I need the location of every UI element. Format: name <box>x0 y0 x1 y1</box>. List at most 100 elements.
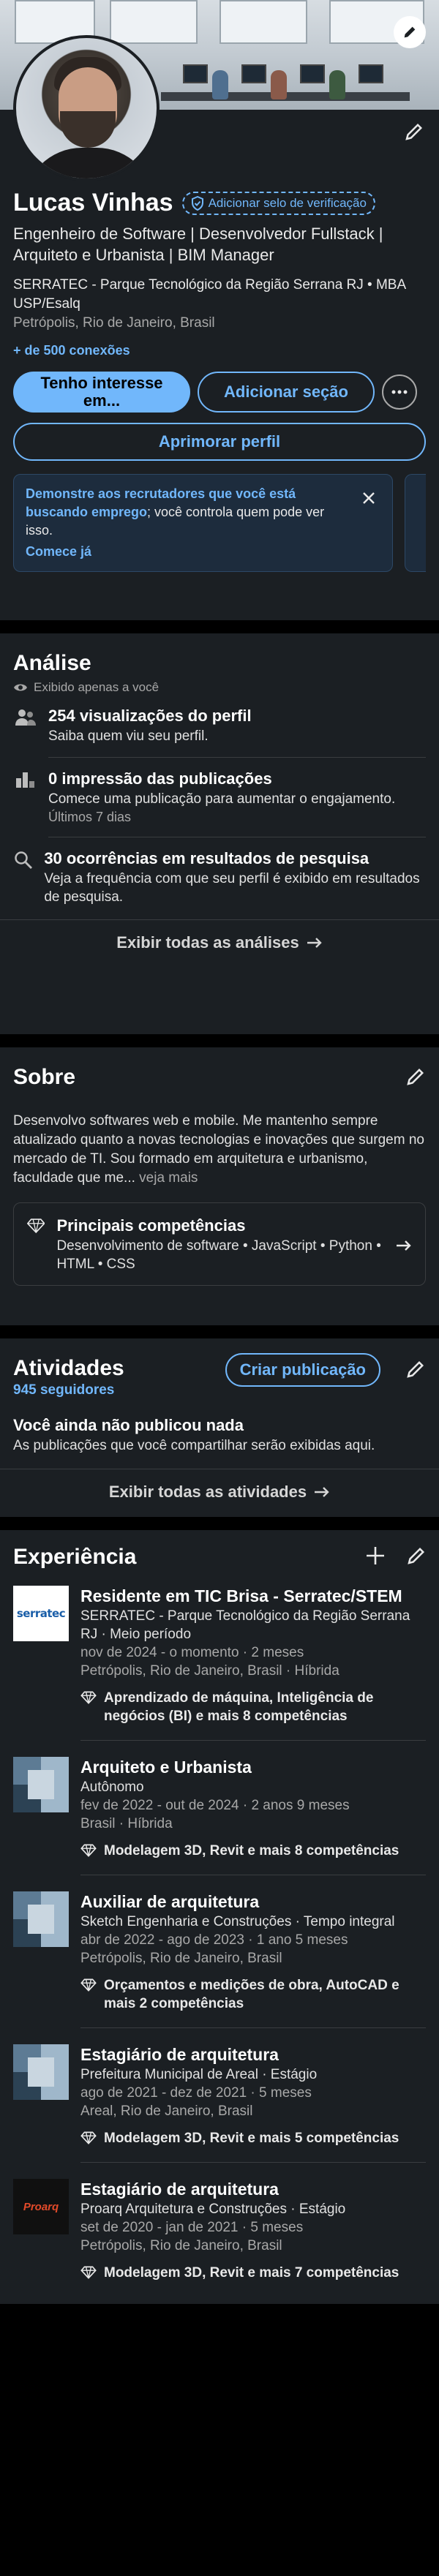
open-to-work-tip: Demonstre aos recrutadores que você está… <box>13 474 426 572</box>
avatar[interactable] <box>13 35 160 181</box>
analytics-item-search[interactable]: 30 ocorrências em resultados de pesquisa… <box>0 837 439 919</box>
analytics-item-title: 0 impressão das publicações <box>48 769 272 788</box>
profile-card: Lucas Vinhas Adicionar selo de verificaç… <box>0 0 439 620</box>
company-logo-placeholder[interactable] <box>13 1891 69 1947</box>
experience-dates: set de 2020 - jan de 2021 · 5 meses <box>80 2220 304 2235</box>
diamond-icon <box>80 2266 97 2279</box>
see-all-analytics-button[interactable]: Exibir todas as análises <box>0 919 439 965</box>
experience-details: Arquiteto e Urbanista Autônomo fev de 20… <box>80 1757 426 1875</box>
experience-edit-button[interactable] <box>404 1543 429 1568</box>
verify-badge-button[interactable]: Adicionar selo de verificação <box>181 191 375 215</box>
diamond-icon <box>80 2131 97 2144</box>
tip-start-link[interactable]: Comece já <box>26 544 380 560</box>
about-body: Desenvolvo softwares web e mobile. Me ma… <box>13 1113 424 1186</box>
about-text: Desenvolvo softwares web e mobile. Me ma… <box>0 1090 439 1188</box>
company-logo-placeholder[interactable] <box>13 2044 69 2100</box>
arrow-right-icon <box>315 1486 329 1497</box>
analytics-item-note: Últimos 7 dias <box>48 810 132 824</box>
see-all-analytics-label: Exibir todas as análises <box>116 933 299 952</box>
experience-place: Petrópolis, Rio de Janeiro, Brasil <box>80 1951 282 1966</box>
experience-title-text: Auxiliar de arquitetura <box>80 1892 260 1911</box>
create-post-button[interactable]: Criar publicação <box>225 1353 380 1387</box>
profile-name: Lucas Vinhas <box>13 189 173 216</box>
analytics-item-title: 254 visualizações do perfil <box>48 707 252 725</box>
more-icon <box>391 390 408 394</box>
experience-skills-text: Modelagem 3D, Revit e mais 7 competência… <box>104 2265 399 2281</box>
experience-company: Proarq Arquitetura e Construções · Estág… <box>80 2202 346 2217</box>
company-logo[interactable]: Proarq <box>13 2179 69 2234</box>
eye-icon <box>14 684 27 691</box>
see-all-activity-button[interactable]: Exibir todas as atividades <box>0 1469 439 1514</box>
add-experience-button[interactable] <box>363 1543 388 1568</box>
experience-skills[interactable]: Modelagem 3D, Revit e mais 8 competência… <box>80 1842 426 1860</box>
experience-item[interactable]: serratec Residente em TIC Brisa - Serrat… <box>0 1570 439 1741</box>
experience-details: Residente em TIC Brisa - Serratec/STEM S… <box>80 1586 426 1741</box>
experience-title-text: Arquiteto e Urbanista <box>80 1758 252 1777</box>
experience-item[interactable]: Proarq Estagiário de arquitetura Proarq … <box>0 2163 439 2297</box>
interest-button[interactable]: Tenho interesse em... <box>13 372 190 413</box>
analytics-item-sub: Comece uma publicação para aumentar o en… <box>48 791 396 807</box>
analytics-item-profile-views[interactable]: 254 visualizações do perfil Saiba quem v… <box>0 695 439 745</box>
experience-place: Areal, Rio de Janeiro, Brasil <box>80 2104 253 2119</box>
activity-edit-button[interactable] <box>401 1355 430 1384</box>
company-logo-placeholder[interactable] <box>13 1757 69 1812</box>
experience-skills[interactable]: Aprendizado de máquina, Inteligência de … <box>80 1689 426 1725</box>
connections-link[interactable]: + de 500 conexões <box>13 343 426 358</box>
add-section-label: Adicionar seção <box>224 383 348 401</box>
experience-details: Estagiário de arquitetura Prefeitura Mun… <box>80 2044 426 2163</box>
about-see-more-link[interactable]: veja mais <box>139 1170 198 1186</box>
top-skills-title: Principais competências <box>56 1216 246 1235</box>
experience-item[interactable]: Auxiliar de arquitetura Sketch Engenhari… <box>0 1875 439 2028</box>
company-logo-text: Proarq <box>23 2200 59 2213</box>
improve-profile-label: Aprimorar perfil <box>158 432 281 451</box>
analytics-item-impressions[interactable]: 0 impressão das publicações Comece uma p… <box>0 758 439 825</box>
experience-skills[interactable]: Modelagem 3D, Revit e mais 7 competência… <box>80 2264 426 2282</box>
experience-company: SERRATEC - Parque Tecnológico da Região … <box>80 1608 410 1642</box>
diamond-icon <box>27 1219 45 1234</box>
improve-profile-button[interactable]: Aprimorar perfil <box>13 423 426 461</box>
experience-skills[interactable]: Orçamentos e medições de obra, AutoCAD e… <box>80 1976 426 2013</box>
activity-card: Atividades 945 seguidores Criar publicaç… <box>0 1338 439 1517</box>
more-button[interactable] <box>382 374 417 410</box>
diamond-icon <box>80 1691 97 1704</box>
profile-org: SERRATEC - Parque Tecnológico da Região … <box>13 277 406 312</box>
profile-location: Petrópolis, Rio de Janeiro, Brasil <box>13 315 215 331</box>
top-skills-list: Desenvolvimento de software • JavaScript… <box>56 1238 381 1272</box>
top-skills-box[interactable]: Principais competências Desenvolvimento … <box>13 1202 426 1286</box>
experience-list: serratec Residente em TIC Brisa - Serrat… <box>0 1570 439 2297</box>
experience-item[interactable]: Estagiário de arquitetura Prefeitura Mun… <box>0 2028 439 2163</box>
experience-dates: fev de 2022 - out de 2024 · 2 anos 9 mes… <box>80 1798 350 1813</box>
analytics-item-sub: Veja a frequência com que seu perfil é e… <box>44 871 420 905</box>
experience-dates: abr de 2022 - ago de 2023 · 1 ano 5 mese… <box>80 1932 348 1948</box>
tip-close-button[interactable] <box>354 483 383 513</box>
activity-empty-sub: As publicações que você compartilhar ser… <box>13 1438 375 1453</box>
add-section-button[interactable]: Adicionar seção <box>198 372 375 413</box>
tip-next-peek[interactable] <box>405 474 426 572</box>
experience-details: Auxiliar de arquitetura Sketch Engenhari… <box>80 1891 426 2028</box>
experience-skills-text: Orçamentos e medições de obra, AutoCAD e… <box>104 1978 399 2011</box>
experience-item[interactable]: Arquiteto e Urbanista Autônomo fev de 20… <box>0 1741 439 1875</box>
plus-icon <box>367 1547 384 1564</box>
banner-edit-button[interactable] <box>394 16 426 48</box>
company-logo[interactable]: serratec <box>13 1586 69 1641</box>
experience-title-text: Estagiário de arquitetura <box>80 2180 279 2199</box>
arrow-right-icon <box>397 1240 411 1251</box>
interest-button-label: Tenho interesse em... <box>40 374 163 410</box>
experience-skills[interactable]: Modelagem 3D, Revit e mais 5 competência… <box>80 2129 426 2147</box>
profile-edit-button[interactable] <box>399 117 429 146</box>
analytics-title: Análise <box>13 651 91 675</box>
analytics-item-sub: Saiba quem viu seu perfil. <box>48 728 209 744</box>
about-title: Sobre <box>13 1065 76 1089</box>
see-all-activity-label: Exibir todas as atividades <box>108 1482 307 1501</box>
experience-dates: nov de 2024 - o momento · 2 meses <box>80 1645 304 1660</box>
profile-page: Lucas Vinhas Adicionar selo de verificaç… <box>0 0 439 2576</box>
experience-skills-text: Aprendizado de máquina, Inteligência de … <box>104 1690 374 1724</box>
experience-company: Sketch Engenharia e Construções · Tempo … <box>80 1914 395 1929</box>
experience-details: Estagiário de arquitetura Proarq Arquite… <box>80 2179 426 2297</box>
about-edit-button[interactable] <box>401 1062 430 1091</box>
verified-shield-icon <box>191 195 203 211</box>
search-icon <box>15 851 33 869</box>
tip-text: Demonstre aos recrutadores que você está… <box>26 485 380 540</box>
create-post-label: Criar publicação <box>239 1360 366 1379</box>
experience-title-text: Residente em TIC Brisa - Serratec/STEM <box>80 1586 402 1605</box>
